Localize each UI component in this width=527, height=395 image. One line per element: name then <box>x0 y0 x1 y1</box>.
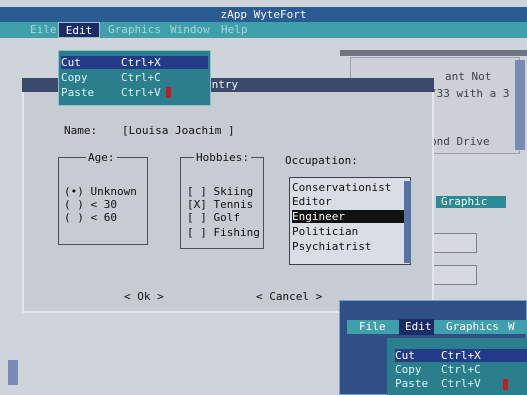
menu-edit[interactable]: Edit <box>58 22 100 38</box>
cancel-button[interactable]: < Cancel > <box>256 290 322 303</box>
cut-shortcut: Ctrl+X <box>121 56 161 69</box>
br-cursor-indicator <box>503 379 508 390</box>
cursor-indicator <box>166 87 171 98</box>
background-scrollbar[interactable] <box>515 60 525 150</box>
hobby-tennis[interactable]: [X] Tennis <box>187 198 253 211</box>
br-copy-label: Copy <box>395 363 422 376</box>
age-option-under-60[interactable]: ( ) < 60 <box>64 211 117 224</box>
age-option-under-30[interactable]: ( ) < 30 <box>64 198 117 211</box>
ok-button[interactable]: < Ok > <box>124 290 164 303</box>
background-window-border <box>340 50 527 56</box>
br-menu-window[interactable]: W <box>508 320 515 334</box>
br-paste-label: Paste <box>395 377 429 390</box>
menu-help[interactable]: Help <box>221 22 257 38</box>
occupation-scrollbar[interactable] <box>404 181 411 263</box>
cut-label: Cut <box>61 56 81 69</box>
name-label: Name: <box>64 124 98 137</box>
br-menu-file[interactable]: File <box>359 320 386 334</box>
app-title: zApp WyteFort <box>220 8 307 21</box>
occupation-item-selected[interactable]: Engineer <box>292 210 407 223</box>
left-scrollbar[interactable] <box>8 360 18 385</box>
hobbies-legend: Hobbies: <box>194 151 251 164</box>
graphic-tab-label: Graphic <box>441 195 488 208</box>
hobby-golf[interactable]: [ ] Golf <box>187 211 240 224</box>
background-text-line1: ant Not <box>445 70 492 83</box>
occupation-item[interactable]: Psychiatrist <box>292 240 407 253</box>
age-option-unknown[interactable]: (•) Unknown <box>64 185 137 198</box>
br-copy-shortcut: Ctrl+C <box>441 363 481 376</box>
copy-label: Copy <box>61 71 88 84</box>
menu-file[interactable]: Eile <box>30 22 57 38</box>
background-text-line2: /33 with a 3 <box>430 87 510 100</box>
name-input[interactable]: [Louisa Joachim ] <box>122 124 235 137</box>
background-control-1[interactable] <box>431 233 477 253</box>
paste-shortcut: Ctrl+V <box>121 86 161 99</box>
hobby-skiing[interactable]: [ ] Skiing <box>187 185 253 198</box>
edit-menu-item-copy[interactable]: Copy Ctrl+C <box>61 71 208 84</box>
edit-menu-item-paste[interactable]: Paste Ctrl+V <box>61 86 208 99</box>
menu-window[interactable]: Window <box>170 22 216 38</box>
br-cut-label: Cut <box>395 349 415 362</box>
br-menu-item-copy[interactable]: Copy Ctrl+C <box>395 363 527 376</box>
occupation-label: Occupation: <box>285 154 358 167</box>
hobby-fishing[interactable]: [ ] Fishing <box>187 226 260 239</box>
copy-shortcut: Ctrl+C <box>121 71 161 84</box>
occupation-item[interactable]: Conservationist <box>292 181 407 194</box>
background-control-2[interactable] <box>431 265 477 285</box>
background-text-line3: ond Drive <box>430 135 490 148</box>
menu-graphics[interactable]: Graphics <box>108 22 164 38</box>
br-cut-shortcut: Ctrl+X <box>441 349 481 362</box>
paste-label: Paste <box>61 86 95 99</box>
occupation-item[interactable]: Editor <box>292 195 407 208</box>
age-legend: Age: <box>86 151 117 164</box>
occupation-item[interactable]: Politician <box>292 225 407 238</box>
br-menu-item-cut[interactable]: Cut Ctrl+X <box>395 349 527 362</box>
br-menu-edit[interactable]: Edit <box>405 320 432 334</box>
br-paste-shortcut: Ctrl+V <box>441 377 481 390</box>
edit-menu-item-cut[interactable]: Cut Ctrl+X <box>61 56 208 69</box>
br-menu-graphics[interactable]: Graphics <box>446 320 499 334</box>
